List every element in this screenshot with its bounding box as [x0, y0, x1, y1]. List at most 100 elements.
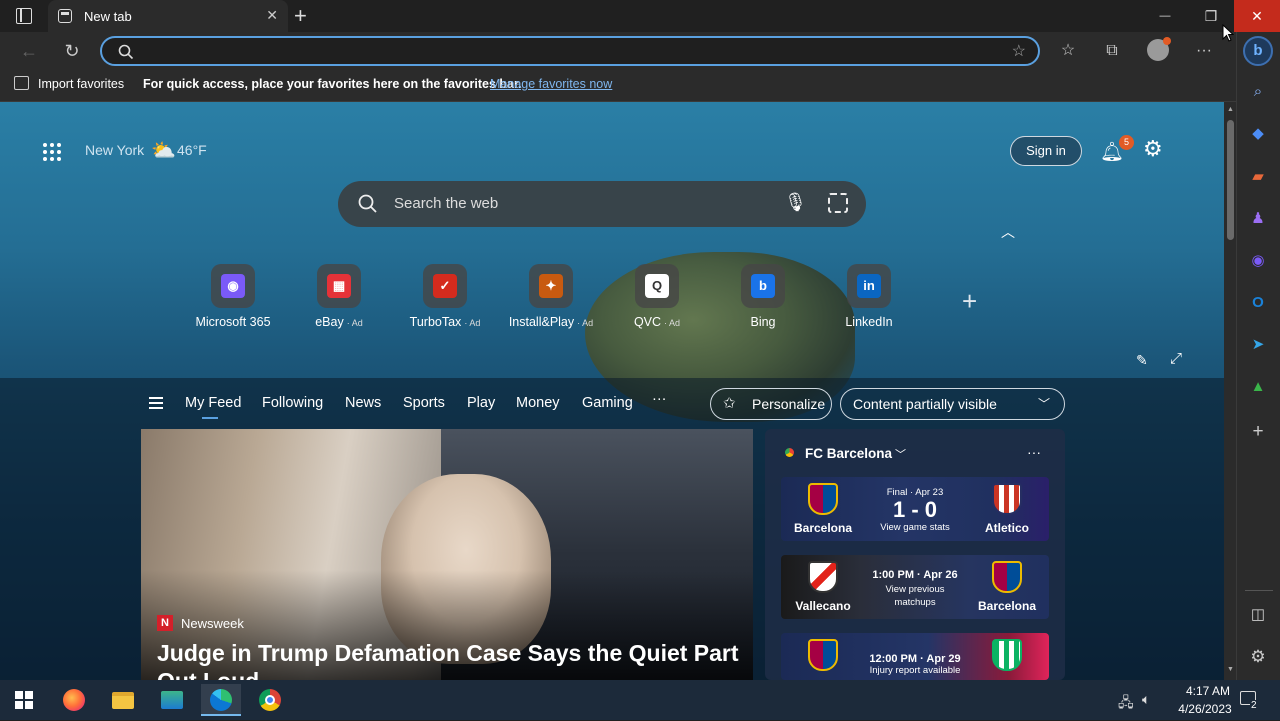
scrollbar-thumb[interactable]: [1227, 120, 1234, 240]
quick-link-label[interactable]: TurboTax · Ad: [390, 315, 500, 329]
quick-link-tile[interactable]: ✓: [423, 264, 467, 308]
match-card[interactable]: Barcelona Final · Apr 23 1 - 0 View game…: [781, 477, 1049, 541]
linkedin-icon: in: [857, 274, 881, 298]
manage-favorites-link[interactable]: Manage favorites now: [490, 77, 612, 91]
tab-money[interactable]: Money: [516, 395, 560, 411]
shopping-tag-icon[interactable]: ◆: [1243, 119, 1273, 149]
import-favorites-icon[interactable]: [14, 76, 29, 90]
tab-gaming[interactable]: Gaming: [582, 395, 633, 411]
add-favorite-icon[interactable]: ☆: [1012, 41, 1026, 61]
favorites-icon[interactable]: ☆: [1057, 40, 1079, 62]
microsoft-365-icon[interactable]: ◉: [1243, 246, 1273, 276]
match-substatus[interactable]: View game stats: [865, 522, 965, 533]
tab-play[interactable]: Play: [467, 395, 495, 411]
close-window-button[interactable]: ✕: [1234, 0, 1280, 32]
feed-menu-icon[interactable]: [149, 397, 163, 409]
windows-taskbar: 🖧︎ 🔈︎ 4:17 AM 4/26/2023 2: [0, 680, 1280, 720]
tab-title: New tab: [84, 9, 132, 24]
page-scrollbar[interactable]: ▲ ▼: [1224, 102, 1236, 680]
quick-link-label[interactable]: Microsoft 365: [178, 315, 288, 329]
scroll-up-arrow[interactable]: ▲: [1227, 106, 1234, 113]
quick-link-label[interactable]: Install&Play · Ad: [496, 315, 606, 329]
chevron-down-icon[interactable]: ﹀: [895, 446, 906, 462]
feed-more-button[interactable]: ···: [652, 391, 667, 407]
search-icon[interactable]: ⌕: [1243, 77, 1273, 107]
tab-my-feed[interactable]: My Feed: [185, 395, 241, 411]
quick-link-tile[interactable]: in: [847, 264, 891, 308]
quick-link-label[interactable]: eBay · Ad: [284, 315, 394, 329]
quick-link-label[interactable]: Bing: [708, 315, 818, 329]
collapse-chevron-up-icon[interactable]: ︿: [1001, 222, 1015, 242]
drop-send-icon[interactable]: ➤: [1243, 330, 1273, 360]
add-shortcut-button[interactable]: +: [962, 286, 977, 317]
hero-headline[interactable]: Judge in Trump Defamation Case Says the …: [157, 639, 747, 680]
settings-and-more-button[interactable]: ···: [1193, 40, 1215, 62]
quick-link-tile[interactable]: ◉: [211, 264, 255, 308]
minimize-button[interactable]: —: [1142, 0, 1188, 32]
microphone-icon[interactable]: 🎙︎: [784, 192, 807, 213]
profile-avatar[interactable]: [1147, 37, 1171, 61]
quick-link-tile[interactable]: ✦: [529, 264, 573, 308]
scroll-down-arrow[interactable]: ▼: [1227, 666, 1234, 673]
import-favorites-link[interactable]: Import favorites: [38, 77, 124, 91]
apps-launcher-icon[interactable]: [42, 142, 62, 162]
ebay-icon: ▦: [327, 274, 351, 298]
web-search-input[interactable]: Search the web: [394, 195, 498, 212]
new-tab-button[interactable]: +: [294, 3, 307, 29]
chrome-icon[interactable]: [250, 684, 290, 716]
page-settings-gear-icon[interactable]: ⚙: [1143, 136, 1163, 162]
tab-following[interactable]: Following: [262, 395, 323, 411]
personalize-button[interactable]: ✩ Personalize: [710, 388, 832, 420]
clock-date[interactable]: 4/26/2023: [1166, 702, 1244, 716]
web-search-box[interactable]: Search the web 🎙︎: [338, 181, 866, 227]
back-button[interactable]: ←: [18, 40, 40, 62]
match-center: 12:00 PM · Apr 29 Injury report availabl…: [865, 653, 965, 676]
quick-link-label[interactable]: QVC · Ad: [602, 315, 712, 329]
ad-label: · Ad: [464, 318, 481, 328]
content-visibility-dropdown[interactable]: Content partially visible ﹀: [840, 388, 1065, 420]
address-bar[interactable]: ☆: [100, 36, 1040, 66]
hero-news-card[interactable]: N Newsweek Judge in Trump Defamation Cas…: [141, 429, 753, 680]
weather-temperature[interactable]: 46°F: [177, 142, 207, 158]
tab-new-tab[interactable]: New tab ✕: [48, 0, 288, 32]
edge-taskbar-icon[interactable]: [201, 684, 241, 716]
match-card[interactable]: 12:00 PM · Apr 29 Injury report availabl…: [781, 633, 1049, 680]
tree-icon[interactable]: ▲: [1243, 372, 1273, 402]
tab-sports[interactable]: Sports: [403, 395, 445, 411]
tab-news[interactable]: News: [345, 395, 381, 411]
widget-more-button[interactable]: ···: [1027, 444, 1041, 460]
split-screen-icon[interactable]: ◫: [1243, 600, 1273, 630]
outlook-icon[interactable]: O: [1243, 288, 1273, 318]
quick-link-label[interactable]: LinkedIn: [814, 315, 924, 329]
quick-link-tile[interactable]: Q: [635, 264, 679, 308]
edit-background-icon[interactable]: ✎: [1136, 352, 1148, 369]
firefox-icon[interactable]: [54, 684, 94, 716]
expand-icon[interactable]: ⤢: [1170, 350, 1182, 367]
weather-city[interactable]: New York: [85, 142, 144, 158]
match-substatus[interactable]: Injury report available: [865, 665, 965, 676]
match-substatus[interactable]: View previous matchups: [865, 583, 965, 609]
network-icon[interactable]: 🖧︎: [1118, 692, 1134, 716]
add-sidebar-app-icon[interactable]: +: [1243, 417, 1273, 447]
bing-icon: b: [751, 274, 775, 298]
volume-muted-icon[interactable]: 🔈︎: [1142, 691, 1150, 708]
visual-search-icon[interactable]: [828, 193, 848, 213]
tab-actions-icon[interactable]: [16, 8, 32, 24]
file-explorer-icon[interactable]: [103, 684, 143, 716]
tools-briefcase-icon[interactable]: ▰: [1243, 162, 1273, 192]
tab-close-button[interactable]: ✕: [266, 7, 278, 24]
start-button[interactable]: [4, 684, 44, 716]
clock-time[interactable]: 4:17 AM: [1172, 684, 1244, 698]
store-app-icon[interactable]: [152, 684, 192, 716]
bing-chat-icon[interactable]: b: [1243, 36, 1273, 66]
quick-link-tile[interactable]: b: [741, 264, 785, 308]
collections-icon[interactable]: ⧉: [1101, 40, 1123, 62]
home-team: Vallecano: [795, 599, 851, 613]
sidebar-settings-gear-icon[interactable]: ⚙: [1243, 642, 1273, 672]
widget-title[interactable]: FC Barcelona: [805, 446, 892, 461]
refresh-button[interactable]: ↻: [61, 40, 83, 62]
match-card[interactable]: Vallecano 1:00 PM · Apr 26 View previous…: [781, 555, 1049, 619]
games-icon[interactable]: ♟: [1243, 204, 1273, 234]
sign-in-button[interactable]: Sign in: [1010, 136, 1082, 166]
quick-link-tile[interactable]: ▦: [317, 264, 361, 308]
